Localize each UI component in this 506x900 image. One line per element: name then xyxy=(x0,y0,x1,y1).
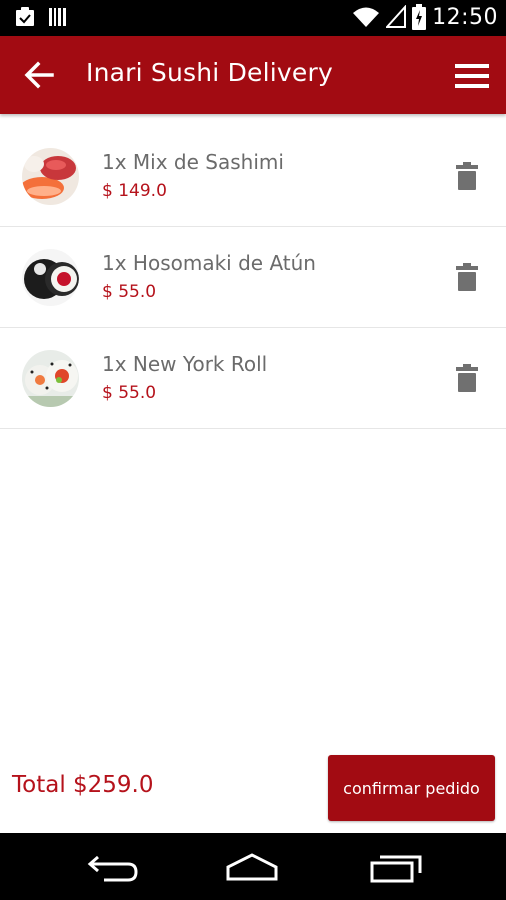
confirm-order-button[interactable]: confirmar pedido xyxy=(328,755,495,821)
cart-list: 1x Mix de Sashimi $ 149.0 1x Hosomaki de… xyxy=(0,126,506,429)
nav-bar xyxy=(0,833,506,900)
cart-item[interactable]: 1x New York Roll $ 55.0 xyxy=(0,328,506,429)
screen: 12:50 Inari Sushi Delivery 1x Mix de Sas… xyxy=(0,0,506,900)
nav-back-button[interactable] xyxy=(84,851,144,885)
status-right-icons: 12:50 xyxy=(352,4,498,30)
status-bar: 12:50 xyxy=(0,0,506,36)
item-name: 1x Hosomaki de Atún xyxy=(102,251,316,275)
menu-button[interactable] xyxy=(454,62,490,90)
clipboard-icon xyxy=(16,7,34,26)
app-title: Inari Sushi Delivery xyxy=(86,58,333,87)
status-time: 12:50 xyxy=(432,4,498,30)
delete-button[interactable] xyxy=(456,364,478,392)
barcode-icon xyxy=(49,8,66,26)
nav-home-icon xyxy=(226,853,278,881)
item-price: $ 55.0 xyxy=(102,383,157,403)
total-label: Total $259.0 xyxy=(12,772,154,798)
cart-item[interactable]: 1x Hosomaki de Atún $ 55.0 xyxy=(0,227,506,328)
trash-icon xyxy=(456,162,478,190)
cart-item[interactable]: 1x Mix de Sashimi $ 149.0 xyxy=(0,126,506,227)
nav-recents-button[interactable] xyxy=(366,851,426,885)
nav-home-button[interactable] xyxy=(222,851,282,885)
trash-icon xyxy=(456,364,478,392)
wifi-icon xyxy=(353,7,380,27)
app-bar: Inari Sushi Delivery xyxy=(0,36,506,114)
menu-icon xyxy=(455,64,489,88)
signal-icon xyxy=(386,5,407,28)
nav-back-icon xyxy=(87,855,138,882)
item-name: 1x New York Roll xyxy=(102,352,268,376)
trash-icon xyxy=(456,263,478,291)
item-name: 1x Mix de Sashimi xyxy=(102,150,284,174)
nav-recents-icon xyxy=(370,855,422,883)
battery-icon xyxy=(412,4,427,30)
sashimi-image xyxy=(22,148,79,205)
new-york-roll-image xyxy=(22,350,79,407)
back-button[interactable] xyxy=(22,59,56,91)
item-price: $ 149.0 xyxy=(102,181,167,201)
item-price: $ 55.0 xyxy=(102,282,157,302)
arrow-back-icon xyxy=(24,61,54,89)
delete-button[interactable] xyxy=(456,263,478,291)
delete-button[interactable] xyxy=(456,162,478,190)
status-left-icons xyxy=(14,6,68,28)
hosomaki-image xyxy=(22,249,79,306)
